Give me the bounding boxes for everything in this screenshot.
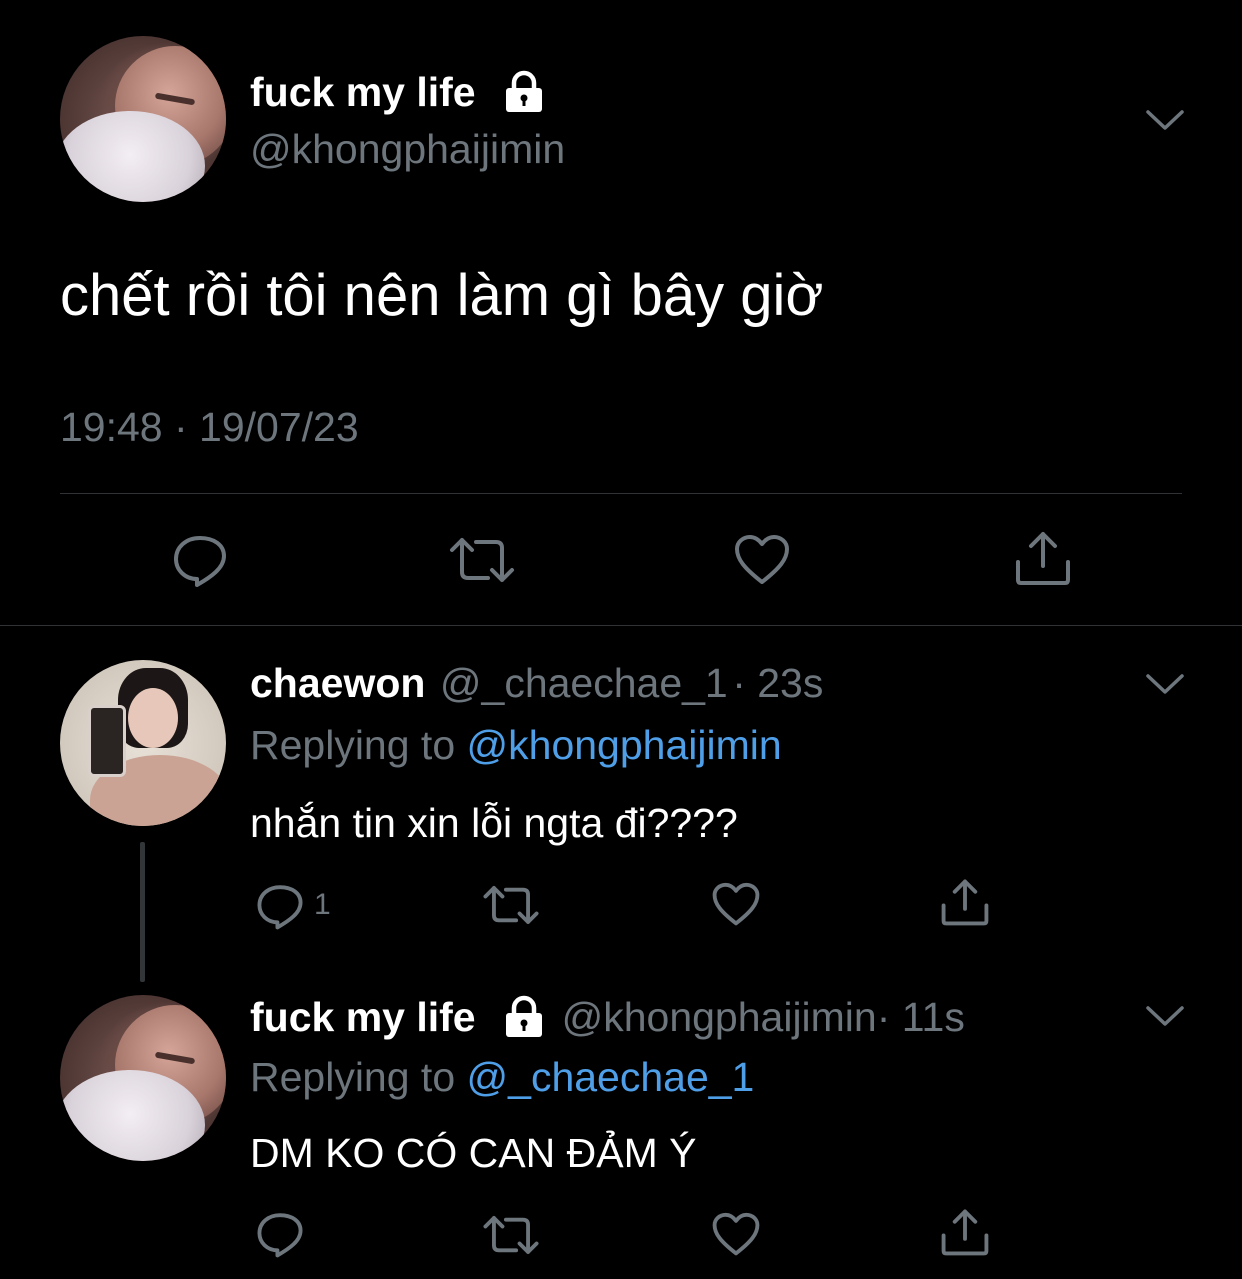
share-icon[interactable] <box>1014 530 1072 586</box>
divider <box>60 493 1182 494</box>
lock-icon <box>502 995 546 1039</box>
share-icon[interactable] <box>940 1208 990 1256</box>
replying-to-link[interactable]: @khongphaijimin <box>467 722 782 768</box>
main-tweet-text: chết rồi tôi nên làm gì bây giờ <box>60 263 824 328</box>
chevron-down-icon[interactable] <box>1145 1004 1185 1028</box>
main-tweet-name-row: fuck my life <box>250 64 546 120</box>
main-tweet-handle[interactable]: @khongphaijimin <box>250 126 565 173</box>
reply-handle[interactable]: @_chaechae_1 <box>440 660 728 706</box>
thread-connector-line <box>140 842 145 982</box>
reply-time[interactable]: · 11s <box>877 994 965 1041</box>
reply-time[interactable]: · 23s <box>732 660 823 706</box>
reply-text: nhắn tin xin lỗi ngta đi???? <box>250 800 738 846</box>
reply-icon[interactable] <box>256 882 304 930</box>
reply-icon[interactable] <box>256 1210 304 1258</box>
replying-to-link[interactable]: @_chaechae_1 <box>467 1054 755 1100</box>
reply-header: chaewon @_chaechae_1 · 23s <box>250 660 823 707</box>
chevron-down-icon[interactable] <box>1145 108 1185 132</box>
lock-icon <box>502 70 546 114</box>
reply-header: fuck my life @khongphaijimin · 11s <box>250 992 965 1042</box>
replying-to: Replying to @khongphaijimin <box>250 722 782 769</box>
main-tweet-avatar[interactable] <box>60 36 226 202</box>
replying-to-label: Replying to <box>250 1054 467 1100</box>
reply-icon[interactable] <box>172 532 228 588</box>
avatar-phone <box>88 705 126 777</box>
avatar-face <box>128 688 178 748</box>
reply-avatar-chaewon[interactable] <box>60 660 226 826</box>
retweet-icon[interactable] <box>482 884 540 926</box>
share-icon[interactable] <box>940 878 990 926</box>
replying-to: Replying to @_chaechae_1 <box>250 1054 754 1101</box>
divider <box>0 625 1242 626</box>
reply-display-name[interactable]: chaewon <box>250 660 425 706</box>
chevron-down-icon[interactable] <box>1145 672 1185 696</box>
main-tweet-timestamp[interactable]: 19:48 · 19/07/23 <box>60 404 359 451</box>
reply-text: DM KO CÓ CAN ĐẢM Ý <box>250 1130 697 1176</box>
like-icon[interactable] <box>712 1212 760 1257</box>
like-icon[interactable] <box>712 882 760 927</box>
reply-count: 1 <box>314 888 331 921</box>
reply-avatar-self[interactable] <box>60 995 226 1161</box>
reply-handle[interactable]: @khongphaijimin <box>562 994 877 1041</box>
reply-display-name[interactable]: fuck my life <box>250 994 476 1041</box>
retweet-icon[interactable] <box>482 1214 540 1256</box>
replying-to-label: Replying to <box>250 722 467 768</box>
like-icon[interactable] <box>734 534 790 586</box>
main-tweet-display-name[interactable]: fuck my life <box>250 69 476 116</box>
retweet-icon[interactable] <box>448 536 516 584</box>
